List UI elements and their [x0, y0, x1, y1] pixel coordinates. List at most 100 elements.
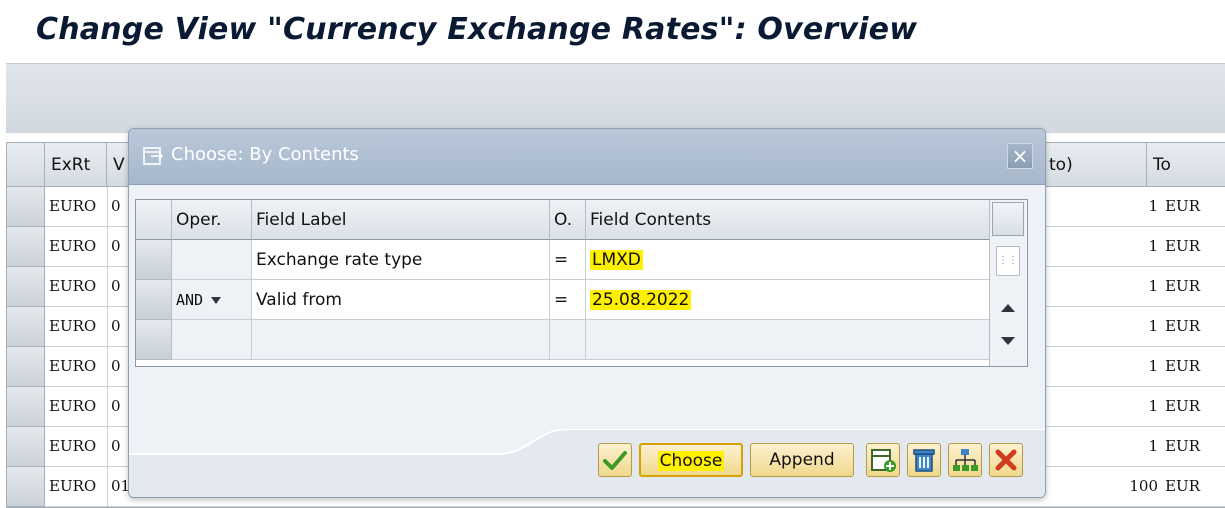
valid-from-cell: 0: [111, 197, 121, 215]
to-currency-cell: EUR: [1165, 357, 1200, 375]
to-currency-cell: EUR: [1165, 277, 1200, 295]
row-selector[interactable]: [7, 227, 45, 267]
select-all-cell[interactable]: [7, 143, 45, 187]
row-selector[interactable]: [7, 467, 45, 507]
column-header-to-paren[interactable]: to): [1043, 143, 1147, 187]
hierarchy-icon: [953, 449, 978, 471]
field-label-cell: [252, 320, 550, 360]
chevron-down-icon[interactable]: [211, 296, 222, 304]
column-header-operator[interactable]: O.: [550, 200, 586, 240]
field-contents-cell: [586, 320, 991, 360]
select-all-cell[interactable]: [136, 200, 172, 240]
column-separator: [107, 427, 108, 467]
row-selector[interactable]: [7, 347, 45, 387]
exrt-cell: EURO: [49, 277, 97, 295]
row-selector[interactable]: [7, 427, 45, 467]
to-currency-cell: EUR: [1165, 477, 1200, 495]
to-currency-cell: EUR: [1165, 437, 1200, 455]
column-separator: [107, 307, 108, 347]
add-row-icon: [871, 449, 896, 472]
valid-from-cell: 0: [111, 437, 121, 455]
exrt-cell: EURO: [49, 317, 97, 335]
vertical-scrollbar[interactable]: ⋮⋮: [989, 200, 1027, 366]
to-currency-cell: EUR: [1165, 317, 1200, 335]
operator-cell[interactable]: =: [550, 240, 586, 280]
column-header-oper[interactable]: Oper.: [172, 200, 252, 240]
oper-cell: [172, 240, 252, 280]
ratio-to-cell: 1: [1148, 317, 1158, 335]
field-contents-value: LMXD: [590, 250, 643, 270]
oper-cell: [172, 320, 252, 360]
exrt-cell: EURO: [49, 477, 97, 495]
confirm-button[interactable]: [598, 443, 632, 477]
row-selector[interactable]: [7, 187, 45, 227]
delete-button[interactable]: [907, 443, 941, 477]
dialog-titlebar[interactable]: Choose: By Contents ×: [129, 129, 1045, 185]
trash-icon: [913, 449, 935, 472]
row-selector[interactable]: [136, 320, 172, 360]
column-separator: [107, 187, 108, 227]
row-selector[interactable]: [7, 267, 45, 307]
row-selector[interactable]: [136, 280, 172, 320]
column-separator: [107, 347, 108, 387]
ratio-to-cell: 100: [1129, 477, 1158, 495]
cancel-icon: [995, 449, 1017, 471]
row-selector[interactable]: [7, 307, 45, 347]
ratio-to-cell: 1: [1148, 197, 1158, 215]
page-title: Change View "Currency Exchange Rates": O…: [36, 12, 918, 47]
exrt-cell: EURO: [49, 357, 97, 375]
ratio-to-cell: 1: [1148, 397, 1158, 415]
scroll-down-icon[interactable]: [1001, 337, 1015, 345]
column-header-exrt[interactable]: ExRt: [45, 143, 107, 187]
field-label-cell: Valid from: [252, 280, 550, 320]
field-contents-input[interactable]: LMXD: [586, 240, 991, 280]
valid-from-cell: 0: [111, 237, 121, 255]
selection-criteria-table: Oper. Field Label O. Field Contents Exch…: [135, 199, 1028, 367]
field-label-cell: Exchange rate type: [252, 240, 550, 280]
hierarchy-button[interactable]: [948, 443, 982, 477]
column-header-field-label[interactable]: Field Label: [252, 200, 550, 240]
exrt-cell: EURO: [49, 197, 97, 215]
oper-select[interactable]: AND: [172, 280, 252, 320]
ratio-to-cell: 1: [1148, 357, 1158, 375]
column-settings-button[interactable]: [992, 202, 1024, 236]
dialog-title: Choose: By Contents: [171, 144, 359, 165]
operator-cell: [550, 320, 586, 360]
scroll-up-icon[interactable]: [1001, 304, 1015, 312]
dialog-window-icon: [143, 147, 163, 165]
close-icon[interactable]: ×: [1007, 143, 1033, 169]
to-currency-cell: EUR: [1165, 197, 1200, 215]
exrt-cell: EURO: [49, 237, 97, 255]
to-currency-cell: EUR: [1165, 237, 1200, 255]
scrollbar-thumb[interactable]: ⋮⋮: [996, 246, 1020, 276]
field-contents-value: 25.08.2022: [590, 290, 692, 310]
column-header-field-contents[interactable]: Field Contents: [586, 200, 991, 240]
append-button[interactable]: Append: [750, 443, 854, 477]
title-area: Change View "Currency Exchange Rates": O…: [0, 0, 1225, 62]
ratio-to-cell: 1: [1148, 237, 1158, 255]
valid-from-cell: 0: [111, 277, 121, 295]
column-header-to[interactable]: To: [1147, 143, 1225, 187]
valid-from-cell: 0: [111, 397, 121, 415]
field-contents-input[interactable]: 25.08.2022: [586, 280, 991, 320]
column-separator: [107, 227, 108, 267]
column-separator: [107, 387, 108, 427]
column-separator: [107, 267, 108, 307]
check-icon: [603, 451, 627, 470]
application-toolbar: [6, 63, 1225, 133]
add-row-button[interactable]: [866, 443, 900, 477]
exrt-cell: EURO: [49, 437, 97, 455]
operator-cell[interactable]: =: [550, 280, 586, 320]
choose-button[interactable]: Choose: [639, 443, 743, 477]
oper-value: AND: [176, 291, 204, 309]
ratio-to-cell: 1: [1148, 437, 1158, 455]
choose-by-contents-dialog: Choose: By Contents × Oper. Field Label …: [128, 128, 1046, 498]
exrt-cell: EURO: [49, 397, 97, 415]
valid-from-cell: 0: [111, 357, 121, 375]
cancel-button[interactable]: [989, 443, 1023, 477]
choose-label: Choose: [657, 451, 725, 471]
row-selector[interactable]: [136, 240, 172, 280]
row-selector[interactable]: [7, 387, 45, 427]
to-currency-cell: EUR: [1165, 397, 1200, 415]
ratio-to-cell: 1: [1148, 277, 1158, 295]
